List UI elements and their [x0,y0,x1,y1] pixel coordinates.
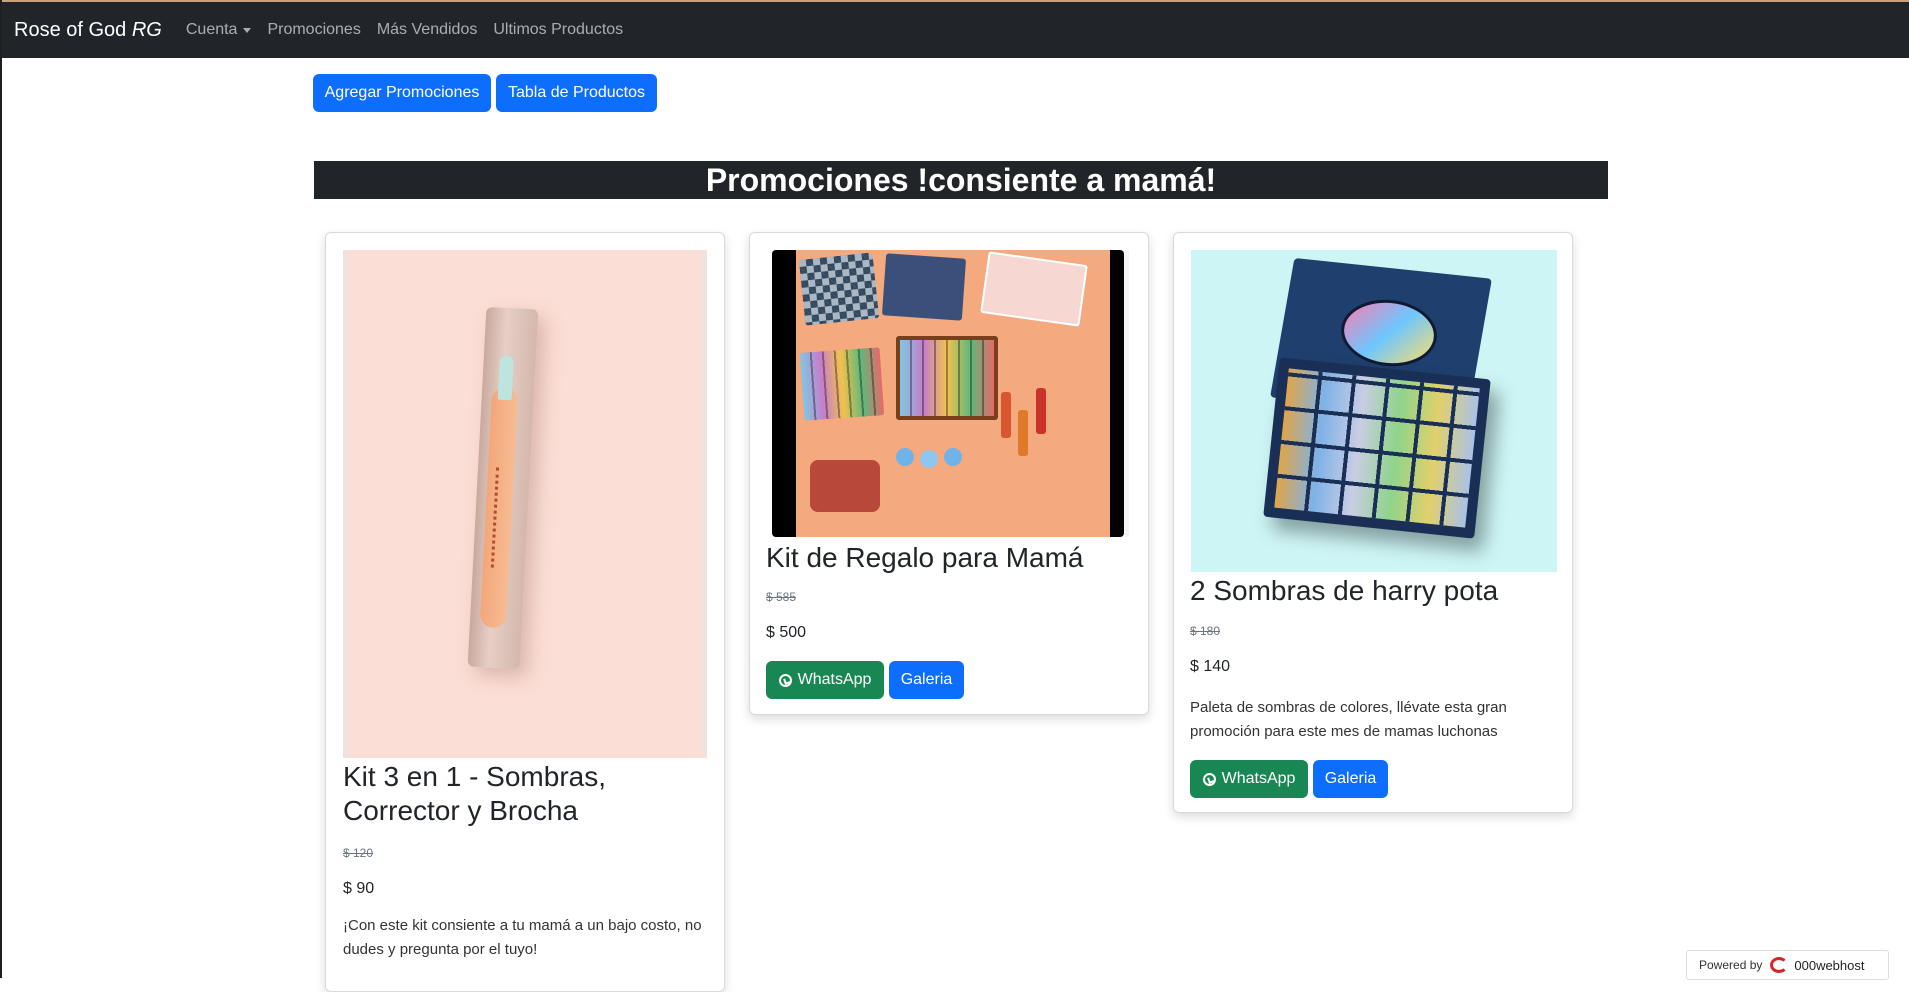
heart-lipsticks [810,460,880,512]
whatsapp-icon [778,673,792,687]
whatsapp-button[interactable]: WhatsApp [766,661,884,699]
product-title: 2 Sombras de harry pota [1190,575,1499,606]
current-price: $ 500 [766,624,807,641]
window-left-border [0,0,2,978]
palette-base [1263,357,1491,539]
blue-palette [799,347,885,421]
product-card: Kit de Regalo para Mamá $ 585 $ 500 What… [749,232,1149,715]
section-title: Promociones !consiente a mamá! [314,161,1608,199]
lipstick-1 [1001,392,1011,438]
product-card: 2 Sombras de harry pota $ 180 $ 140 Pale… [1173,232,1573,813]
old-price: $ 180 [1190,624,1221,638]
gloss-3 [944,448,962,466]
whatsapp-label: WhatsApp [1221,770,1296,787]
whatsapp-button[interactable]: WhatsApp [1190,760,1308,798]
image-background [796,250,1110,537]
lion-palette [881,253,967,321]
brand-name: Rose of God [14,18,127,41]
gallery-button[interactable]: Galeria [1313,760,1388,798]
powered-by-badge[interactable]: Powered by 000webhost [1686,950,1889,980]
gallery-button[interactable]: Galeria [889,661,964,699]
tube-tip [497,355,514,401]
nav-account-label: Cuenta [185,21,238,38]
product-title: Kit de Regalo para Mamá [766,542,1084,573]
lipstick-3 [1036,388,1046,434]
whatsapp-label: WhatsApp [797,671,872,688]
blush-palette [980,251,1088,327]
top-navbar: Rose of God RG Cuenta Promociones Más Ve… [0,2,1909,58]
current-price: $ 140 [1190,658,1231,675]
gloss-1 [896,448,914,466]
product-image[interactable] [1191,250,1557,572]
brand-logo[interactable]: Rose of God RG [14,19,162,42]
product-image[interactable] [343,250,707,758]
brand-initials: RG [131,18,162,41]
old-price: $ 120 [343,846,374,860]
webhost-name: 000webhost [1794,957,1865,973]
product-description: ¡Con este kit consiente a tu mamá a un b… [343,917,702,958]
winged-palette [896,336,998,420]
nav-promotions[interactable]: Promociones [267,21,360,39]
old-price: $ 585 [766,590,797,604]
nav-best-sellers[interactable]: Más Vendidos [377,21,478,39]
webhost-logo-icon [1770,957,1789,973]
caret-down-icon [243,27,252,33]
checker-palette [798,252,880,326]
current-price: $ 90 [343,880,375,897]
nav-latest-products[interactable]: Ultimos Productos [493,21,623,39]
lipstick-2 [1018,410,1028,456]
products-table-button[interactable]: Tabla de Productos [496,74,657,112]
product-description: Paleta de sombras de colores, llévate es… [1190,699,1507,740]
product-title: Kit 3 en 1 - Sombras, Corrector y Brocha [343,761,607,826]
nav-account-dropdown[interactable]: Cuenta [186,21,252,39]
eyeshadow-pans [1274,368,1480,528]
image-frame [772,250,1124,537]
product-image[interactable] [772,250,1129,537]
gloss-2 [920,450,938,468]
add-promotions-button[interactable]: Agregar Promociones [313,74,491,112]
whatsapp-icon [1202,772,1216,786]
powered-by-label: Powered by [1699,958,1763,972]
product-card: Kit 3 en 1 - Sombras, Corrector y Brocha… [325,232,725,992]
